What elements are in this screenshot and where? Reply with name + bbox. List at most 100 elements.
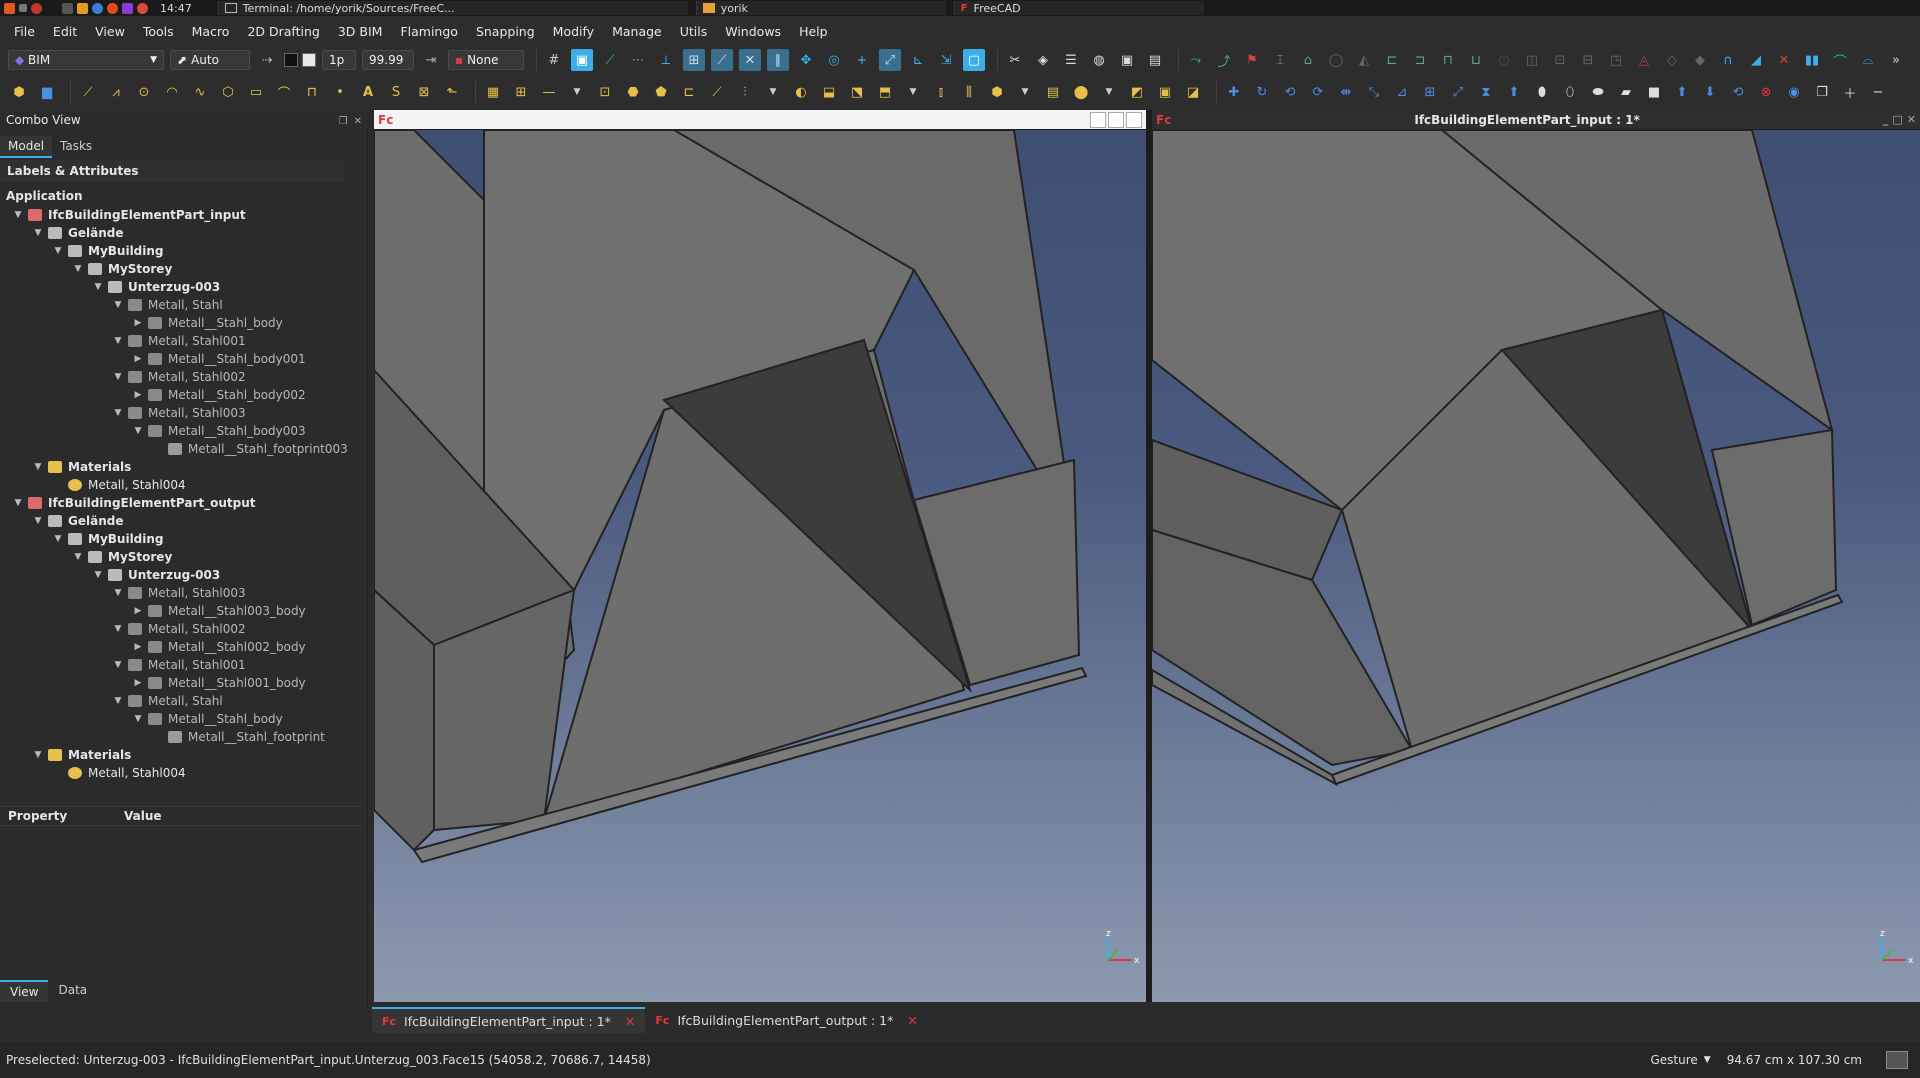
draft-polygon-icon[interactable]: ⬡ bbox=[217, 81, 239, 103]
expand-arrow-icon[interactable]: ▼ bbox=[12, 498, 24, 508]
tree-item[interactable]: ▼ IfcBuildingElementPart_input bbox=[12, 206, 246, 224]
bim-space-icon[interactable]: ⬢ bbox=[986, 81, 1008, 103]
view-right-icon[interactable]: ▣ bbox=[1116, 49, 1138, 71]
tree-item[interactable]: ▼ Gelände bbox=[32, 224, 124, 242]
draft-tool-17-icon[interactable]: ◬ bbox=[1633, 49, 1655, 71]
expand-arrow-icon[interactable]: ▼ bbox=[32, 228, 44, 238]
draft-curve-2-icon[interactable]: ⌓ bbox=[1857, 49, 1879, 71]
chevron-down-icon[interactable]: ▼ bbox=[566, 81, 588, 103]
bim-schedule-icon[interactable]: ▤ bbox=[1042, 81, 1064, 103]
tab-data[interactable]: Data bbox=[48, 980, 97, 1002]
tree-item[interactable]: ▼ Metall__Stahl_body bbox=[132, 710, 283, 728]
menu-macro[interactable]: Macro bbox=[184, 24, 240, 39]
close-icon[interactable]: ✕ bbox=[354, 116, 362, 127]
zoom-in-icon[interactable]: ＋ bbox=[1839, 81, 1861, 103]
menu-manage[interactable]: Manage bbox=[604, 24, 672, 39]
collapse-arrow-icon[interactable]: ▶ bbox=[132, 678, 144, 688]
snap-parallel-icon[interactable]: ∥ bbox=[767, 49, 789, 71]
toolbar-overflow-icon[interactable]: » bbox=[1885, 49, 1907, 71]
draft-tool-16-icon[interactable]: ◳ bbox=[1605, 49, 1627, 71]
bim-stairs-icon[interactable]: ⊏ bbox=[678, 81, 700, 103]
menu-file[interactable]: File bbox=[6, 24, 45, 39]
draft-text-icon[interactable]: A bbox=[357, 81, 379, 103]
doc-tab-input[interactable]: Fc IfcBuildingElementPart_input : 1* ✕ bbox=[372, 1007, 646, 1033]
tree-item[interactable]: ▼ IfcBuildingElementPart_output bbox=[12, 494, 256, 512]
snap-working-plane-icon[interactable]: ▢ bbox=[963, 49, 985, 71]
tree-item[interactable]: ▶ Metall__Stahl_body001 bbox=[132, 350, 306, 368]
bim-project-icon[interactable]: ▆ bbox=[36, 81, 58, 103]
extrude-icon[interactable]: ▰ bbox=[1615, 81, 1637, 103]
tree-item[interactable]: Metall, Stahl004 bbox=[52, 476, 186, 494]
taskbar-item-terminal[interactable]: Terminal: /home/yorik/Sources/FreeC... bbox=[217, 1, 688, 15]
bim-wall-icon[interactable]: ▦ bbox=[482, 81, 504, 103]
bim-equipment-icon[interactable]: ◐ bbox=[790, 81, 812, 103]
bim-window-icon[interactable]: ⊡ bbox=[594, 81, 616, 103]
shape-icon[interactable]: ■ bbox=[1643, 81, 1665, 103]
window-icon[interactable] bbox=[19, 4, 27, 12]
rotate-icon[interactable]: ↻ bbox=[1251, 81, 1273, 103]
collapse-arrow-icon[interactable]: ▶ bbox=[132, 606, 144, 616]
line-color-swatch[interactable] bbox=[284, 53, 298, 67]
snap-endpoint-icon[interactable]: ⟋ bbox=[599, 49, 621, 71]
draft-tool-11-icon[interactable]: ⊔ bbox=[1465, 49, 1487, 71]
bim-column-icon[interactable]: ⊞ bbox=[510, 81, 532, 103]
editor-launcher-icon[interactable] bbox=[122, 2, 133, 14]
bim-box-icon[interactable]: ▣ bbox=[1154, 81, 1176, 103]
expand-arrow-icon[interactable]: ▼ bbox=[32, 750, 44, 760]
scale-icon[interactable]: ⤡ bbox=[1363, 81, 1385, 103]
tree-item[interactable]: ▼ Materials bbox=[32, 746, 132, 764]
beam-model-right[interactable]: z x bbox=[1152, 110, 1920, 1002]
bim-frame-icon[interactable]: ⬓ bbox=[818, 81, 840, 103]
close-icon[interactable]: ✕ bbox=[625, 1014, 635, 1029]
menu-flamingo[interactable]: Flamingo bbox=[392, 24, 467, 39]
collapse-arrow-icon[interactable]: ▶ bbox=[132, 390, 144, 400]
arrow-up-icon[interactable]: ⬆ bbox=[1671, 81, 1693, 103]
snap-near-icon[interactable]: ⤢ bbox=[879, 49, 901, 71]
measure-icon[interactable]: ✂ bbox=[1004, 49, 1026, 71]
view-section-icon[interactable]: ▤ bbox=[1144, 49, 1166, 71]
draft-tool-9-icon[interactable]: ⊐ bbox=[1409, 49, 1431, 71]
chevron-down-icon[interactable]: ▼ bbox=[1098, 81, 1120, 103]
draft-line-icon[interactable]: ⟋ bbox=[77, 81, 99, 103]
menu-edit[interactable]: Edit bbox=[45, 24, 87, 39]
workbench-selector[interactable]: ◆ BIM ▼ bbox=[8, 50, 164, 70]
tree-item[interactable]: ▼ MyStorey bbox=[72, 260, 173, 278]
firefox-launcher-icon[interactable] bbox=[107, 2, 118, 14]
expand-arrow-icon[interactable]: ▼ bbox=[72, 264, 84, 274]
tab-tasks[interactable]: Tasks bbox=[52, 136, 100, 158]
toggle-icon[interactable]: ⊗ bbox=[1755, 81, 1777, 103]
draft-circle-icon[interactable]: ⊙ bbox=[133, 81, 155, 103]
draft-point-icon[interactable]: • bbox=[329, 81, 351, 103]
snap-lock-icon[interactable]: ▣ bbox=[571, 49, 593, 71]
tree-item[interactable]: ▼ Metall, Stahl003 bbox=[112, 584, 246, 602]
copy-icon[interactable]: ❐ bbox=[1811, 81, 1833, 103]
offset-icon[interactable]: ⟲ bbox=[1279, 81, 1301, 103]
bim-fence-icon[interactable]: ⫼ bbox=[958, 81, 980, 103]
draft-tool-6-icon[interactable]: ◯ bbox=[1325, 49, 1347, 71]
draft-tool-18-icon[interactable]: ◇ bbox=[1661, 49, 1683, 71]
draft-shapestring-icon[interactable]: S bbox=[385, 81, 407, 103]
expand-arrow-icon[interactable]: ▼ bbox=[132, 426, 144, 436]
expand-arrow-icon[interactable]: ▼ bbox=[112, 588, 124, 598]
snap-intersection-icon[interactable]: ✕ bbox=[739, 49, 761, 71]
snap-grid-icon[interactable]: ⊞ bbox=[683, 49, 705, 71]
snap-edge-icon[interactable]: ⟋ bbox=[711, 49, 733, 71]
draft-fillet-icon[interactable]: ⤴ bbox=[1213, 49, 1235, 71]
draft-tool-7-icon[interactable]: ◭ bbox=[1353, 49, 1375, 71]
tree-item[interactable]: ▶ Metall__Stahl003_body bbox=[132, 602, 306, 620]
bim-beam-icon[interactable]: — bbox=[538, 81, 560, 103]
array-icon[interactable]: ⊞ bbox=[1419, 81, 1441, 103]
grid-icon[interactable]: # bbox=[543, 49, 565, 71]
boolean-union-icon[interactable]: ⬮ bbox=[1531, 81, 1553, 103]
draft-wire-icon[interactable]: ⤳ bbox=[1185, 49, 1207, 71]
navigation-style-selector[interactable]: Gesture ▼ bbox=[1651, 1053, 1711, 1067]
boolean-cut-icon[interactable]: ⬯ bbox=[1559, 81, 1581, 103]
view-front-icon[interactable]: ☰ bbox=[1060, 49, 1082, 71]
expand-arrow-icon[interactable]: ▼ bbox=[112, 660, 124, 670]
menu-utils[interactable]: Utils bbox=[672, 24, 718, 39]
chevron-down-icon[interactable]: ▼ bbox=[1014, 81, 1036, 103]
join-icon[interactable]: ⇼ bbox=[1335, 81, 1357, 103]
app-menu-icon[interactable] bbox=[4, 2, 15, 14]
menu-help[interactable]: Help bbox=[791, 24, 838, 39]
draft-bspline-icon[interactable]: ∿ bbox=[189, 81, 211, 103]
